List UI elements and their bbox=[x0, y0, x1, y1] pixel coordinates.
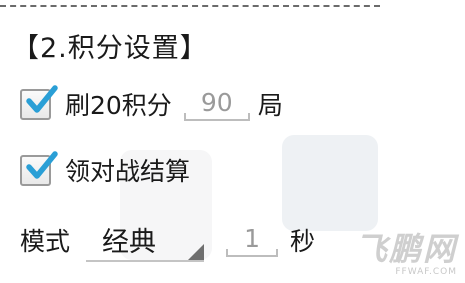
background-app-icon bbox=[282, 135, 378, 231]
checkmark-icon bbox=[26, 150, 58, 179]
rounds-count-input[interactable]: 90 bbox=[183, 88, 250, 121]
battle-settle-checkbox[interactable] bbox=[20, 150, 58, 186]
rounds-checkbox[interactable] bbox=[20, 84, 58, 120]
watermark-sub: FFWAF.COM bbox=[395, 267, 457, 277]
dropdown-underline bbox=[86, 260, 205, 262]
battle-settle-option-row: 领对战结算 bbox=[20, 150, 190, 190]
rounds-unit-label: 局 bbox=[257, 91, 283, 120]
input-underline bbox=[226, 248, 279, 257]
dropdown-corner-icon bbox=[188, 244, 205, 260]
mode-row: 模式 经典 1 秒 bbox=[20, 218, 315, 262]
mode-selected-value: 经典 bbox=[102, 227, 157, 258]
section-title: 【2.积分设置】 bbox=[12, 33, 208, 64]
watermark-logo: 飞鹏网 FFWAF.COM bbox=[355, 233, 457, 277]
rounds-option-label: 刷20积分 bbox=[65, 91, 172, 120]
battle-settle-label: 领对战结算 bbox=[65, 157, 191, 186]
checkmark-icon bbox=[26, 84, 58, 113]
dashed-divider bbox=[0, 5, 380, 7]
rounds-option-row: 刷20积分 90 局 bbox=[20, 84, 283, 124]
input-underline bbox=[183, 112, 250, 121]
watermark-main: 飞鹏网 bbox=[354, 230, 457, 268]
interval-seconds-input[interactable]: 1 bbox=[226, 224, 279, 257]
settings-panel: 【2.积分设置】 刷20积分 90 局 领对战结算 模式 经典 1 秒 飞鹏网 … bbox=[0, 0, 465, 283]
mode-dropdown[interactable]: 经典 bbox=[86, 218, 205, 262]
mode-label: 模式 bbox=[20, 227, 71, 256]
seconds-unit-label: 秒 bbox=[290, 227, 316, 256]
